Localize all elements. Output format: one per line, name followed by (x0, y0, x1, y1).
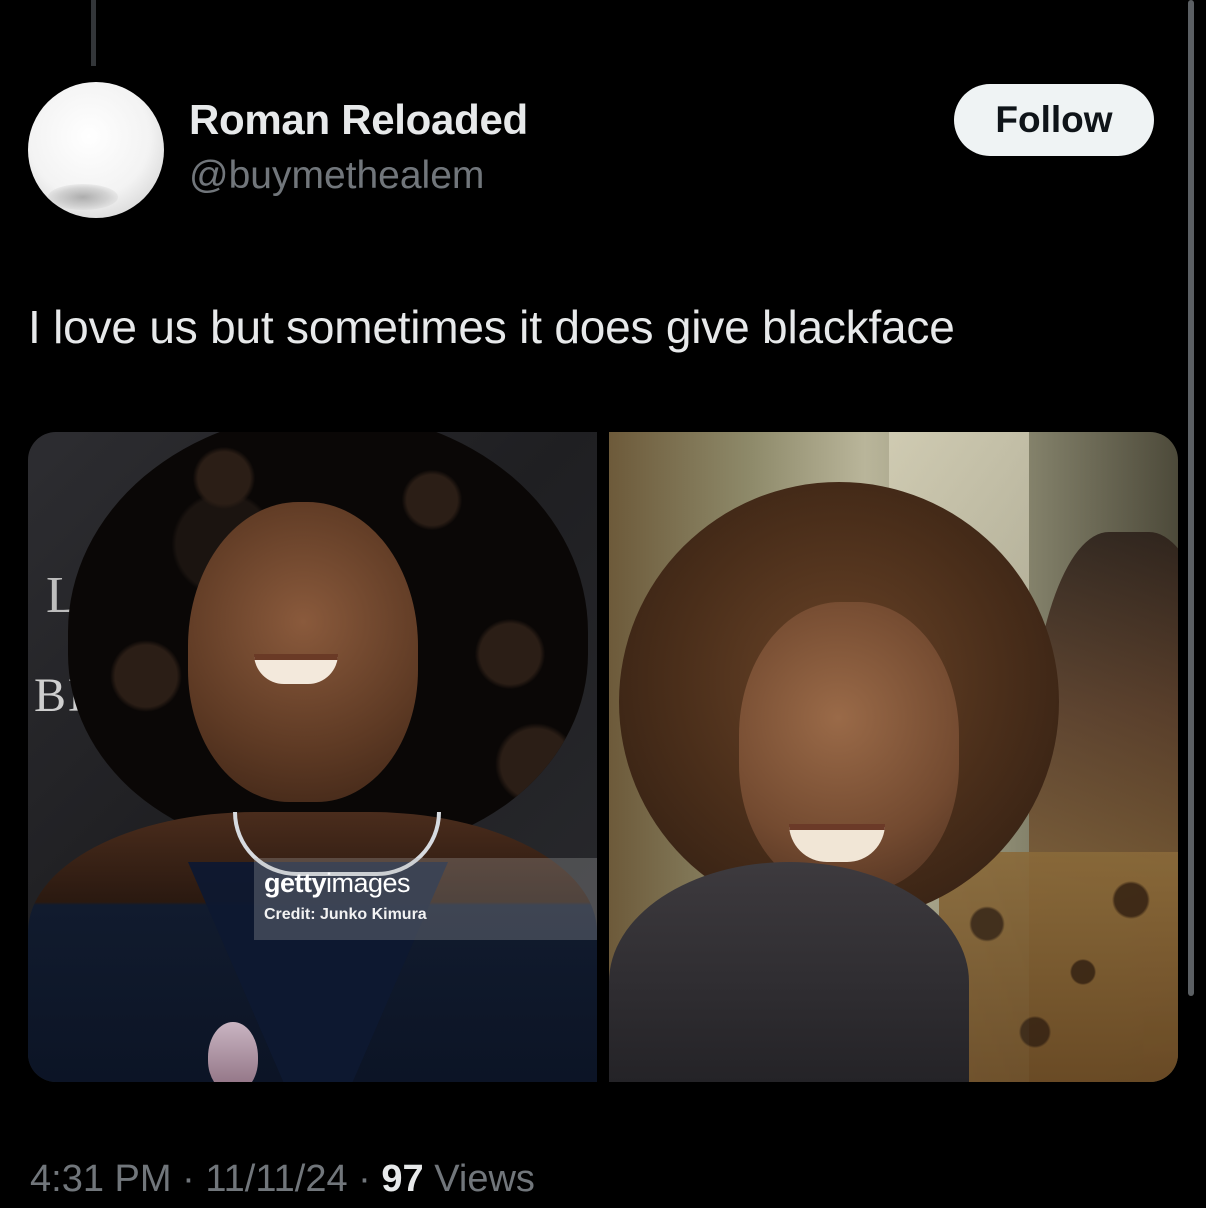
tweet-media-grid: L BEE gettyimages Credit: Junko Kimura (28, 432, 1178, 1082)
meta-separator: · (358, 1158, 371, 1200)
tweet-time[interactable]: 4:31 PM (30, 1158, 172, 1200)
watermark-brand-bold: getty (264, 868, 327, 898)
avatar-image-detail (48, 184, 118, 210)
meta-separator: · (182, 1158, 195, 1200)
watermark-brand-light: images (326, 868, 411, 898)
views-count[interactable]: 97 (381, 1158, 423, 1200)
author-display-name[interactable]: Roman Reloaded (189, 96, 528, 144)
tweet-date[interactable]: 11/11/24 (205, 1158, 347, 1200)
watermark-brand: gettyimages (264, 868, 411, 899)
getty-watermark: gettyimages Credit: Junko Kimura (254, 858, 597, 940)
photo-subject-face (188, 502, 418, 802)
media-photo-left[interactable]: L BEE gettyimages Credit: Junko Kimura (28, 432, 597, 1082)
views-label: Views (434, 1158, 535, 1200)
avatar[interactable] (28, 82, 164, 218)
thread-connector-line (91, 0, 96, 66)
scrollbar[interactable] (1188, 0, 1194, 996)
author-handle[interactable]: @buymethealem (189, 154, 484, 198)
tweet-page: Roman Reloaded @buymethealem Follow I lo… (0, 0, 1206, 1208)
follow-button[interactable]: Follow (954, 84, 1154, 156)
tweet-metadata: 4:31 PM · 11/11/24 · 97 Views (30, 1158, 535, 1201)
tweet-text: I love us but sometimes it does give bla… (28, 301, 955, 353)
photo-leopard-print-clothing (939, 852, 1178, 1082)
watermark-credit: Credit: Junko Kimura (264, 906, 427, 923)
media-photo-right[interactable] (609, 432, 1178, 1082)
